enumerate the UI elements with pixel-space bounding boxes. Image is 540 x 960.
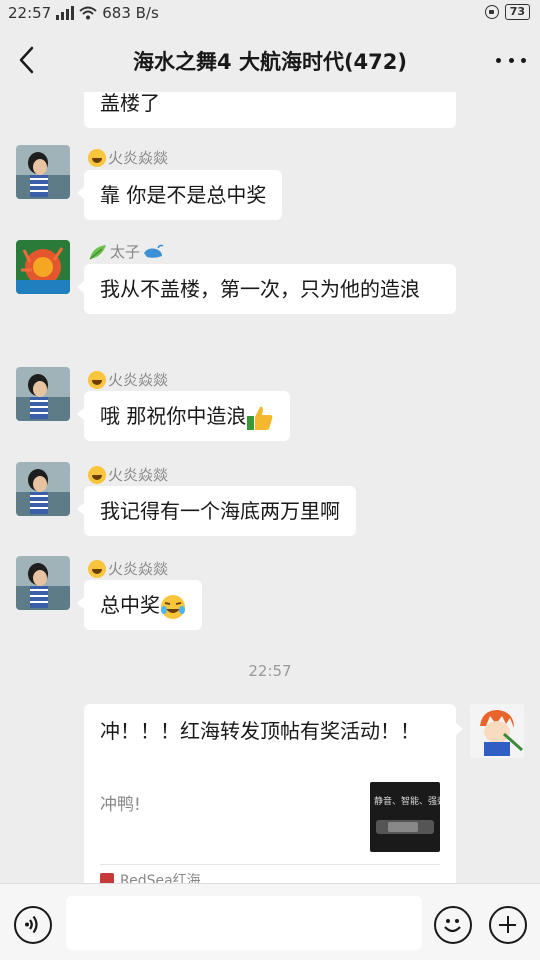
smile-emoji-icon: [88, 559, 106, 578]
card-source: RedSea红海: [100, 870, 201, 883]
crying-laughing-emoji-icon: [161, 594, 185, 619]
message-text: 我从不盖楼，第一次，只为他的造浪: [100, 277, 420, 301]
message-bubble[interactable]: 总中奖: [77, 580, 202, 630]
thumbs-up-emoji-icon: [247, 406, 273, 430]
sender-name: 太子: [88, 241, 164, 262]
message-bubble[interactable]: 我从不盖楼，第一次，只为他的造浪: [77, 264, 456, 314]
card-thumbnail: 静音、智能、强劲: [370, 782, 440, 852]
sender-name-text: 火炎焱燚: [108, 149, 169, 167]
status-left: 22:57 683 B/s: [8, 4, 159, 22]
sender-name: 火炎焱燚: [88, 558, 168, 579]
sender-name-text: 火炎焱燚: [108, 560, 169, 578]
title-bar: 海水之舞4 大航海时代(472): [0, 28, 540, 92]
more-dot: [521, 57, 526, 63]
sender-name-text: 火炎焱燚: [108, 371, 169, 389]
message-input[interactable]: [66, 896, 422, 950]
smile-emoji-icon: [88, 465, 106, 484]
smile-emoji-icon: [88, 148, 106, 167]
card-title: 冲！！！红海转发顶帖有奖活动！！: [100, 719, 420, 743]
card-divider: [100, 864, 440, 865]
card-source-text: RedSea红海: [120, 873, 201, 883]
source-logo-icon: [100, 873, 114, 883]
message-bubble[interactable]: 我记得有一个海底两万里啊: [77, 486, 356, 536]
voice-button[interactable]: [14, 906, 52, 944]
message-text: 我记得有一个海底两万里啊: [100, 499, 340, 523]
status-time: 22:57: [8, 4, 52, 22]
message-text: 靠 你是不是总中奖: [100, 183, 267, 207]
voice-icon: [25, 915, 38, 934]
more-button[interactable]: [496, 46, 526, 74]
avatar[interactable]: [16, 145, 70, 199]
input-bar: [0, 883, 540, 960]
sender-name: 火炎焱燚: [88, 147, 168, 168]
more-dot: [496, 57, 501, 63]
message-bubble[interactable]: 靠 你是不是总中奖: [76, 170, 283, 220]
avatar[interactable]: [16, 556, 70, 610]
card-description: 冲鸭!: [100, 795, 141, 815]
rotation-lock-icon: [484, 5, 499, 19]
status-right: 73: [484, 4, 530, 20]
message-text: 总中奖: [100, 593, 160, 617]
status-bar: 22:57 683 B/s 73: [0, 0, 540, 28]
signal-icon: [56, 6, 75, 20]
battery-icon: 73: [504, 4, 530, 20]
chat-area[interactable]: 盖楼了 火炎焱燚 靠 你是不是总中奖 太子 我从不盖楼，第一次，只为他的造浪 火…: [0, 92, 540, 883]
timestamp: 22:57: [248, 662, 292, 680]
sender-name: 火炎焱燚: [88, 369, 168, 390]
smile-emoji-icon: [88, 370, 106, 389]
avatar[interactable]: [16, 367, 70, 421]
leaf-emoji-icon: [89, 244, 106, 259]
message-text: 盖楼了: [100, 92, 160, 115]
link-card[interactable]: 冲！！！红海转发顶帖有奖活动！！ 冲鸭! 静音、智能、强劲 RedSea红海: [84, 704, 463, 883]
whale-emoji-icon: [144, 244, 164, 258]
wifi-icon: [79, 6, 97, 20]
plus-button[interactable]: [489, 906, 527, 944]
more-dot: [508, 57, 514, 63]
avatar[interactable]: [16, 240, 70, 294]
sender-name-text: 太子: [110, 243, 141, 261]
message-text: 哦 那祝你中造浪: [100, 404, 247, 428]
back-button[interactable]: [14, 44, 42, 76]
network-speed: 683 B/s: [102, 4, 159, 22]
emoji-icon: [444, 919, 461, 933]
chat-title: 海水之舞4 大航海时代(472): [133, 50, 407, 74]
chevron-left-icon: [19, 46, 34, 74]
emoji-button[interactable]: [434, 906, 472, 944]
message-bubble[interactable]: 哦 那祝你中造浪: [76, 391, 291, 441]
sender-name: 火炎焱燚: [88, 464, 168, 485]
sender-name-text: 火炎焱燚: [108, 466, 169, 484]
avatar[interactable]: [16, 462, 70, 516]
message-bubble[interactable]: 盖楼了: [84, 92, 456, 128]
self-avatar[interactable]: [470, 704, 524, 758]
